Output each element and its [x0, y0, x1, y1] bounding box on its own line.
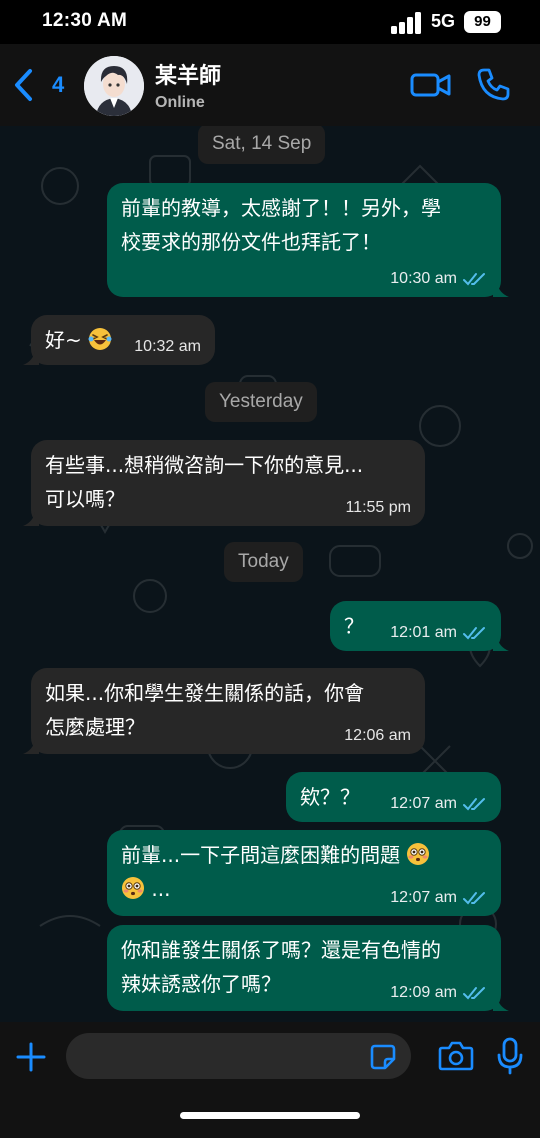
message-bubble-incoming[interactable]: 有些事...想稍微咨詢一下你的意見... 可以嗎？ 11:55 pm — [23, 440, 425, 526]
message-meta: 12:01 am — [390, 623, 487, 643]
message-bubble-outgoing[interactable]: 前輩的教導，太感謝了！！另外，學 校要求的那份文件也拜託了！ 10:30 am — [107, 183, 509, 297]
status-bar: 12:30 AM 5G 99 — [0, 0, 540, 44]
message-meta: 11:55 pm — [345, 498, 411, 518]
message-text-content: 好~ — [45, 328, 82, 352]
message-input[interactable] — [66, 1033, 411, 1079]
read-receipt-icon — [463, 892, 485, 905]
back-button[interactable]: 4 — [10, 64, 74, 106]
home-indicator — [180, 1112, 360, 1119]
contact-status: Online — [155, 94, 205, 111]
message-bubble-outgoing[interactable]: 前輩...一下子問這麼困難的問題 ... 12:07 am — [107, 830, 501, 916]
message-meta: 12:07 am — [390, 794, 487, 814]
bubble-tail — [493, 997, 509, 1011]
read-receipt-icon — [463, 627, 485, 640]
message-bubble-incoming[interactable]: 如果...你和學生發生關係的話，你會 怎麼處理？ 12:06 am — [23, 668, 425, 754]
message-meta: 12:09 am — [390, 983, 487, 1003]
message-meta: 12:07 am — [390, 888, 487, 908]
message-time: 10:32 am — [134, 338, 201, 355]
chevron-left-icon — [15, 69, 32, 101]
chat-header: 4 某羊師 Online — [0, 44, 540, 126]
message-time: 10:30 am — [390, 270, 457, 287]
date-separator: Today — [224, 542, 303, 582]
chat-area[interactable]: Sat, 14 Sep Yesterday Today 前輩的教導，太感謝了！！… — [0, 126, 540, 1022]
bubble-tail — [493, 283, 509, 297]
bubble-tail — [23, 740, 39, 754]
message-composer — [0, 1022, 540, 1138]
grinning-squinting-face-with-tears-icon — [88, 328, 112, 350]
signal-icon — [391, 12, 423, 34]
network-type: 5G — [431, 11, 456, 31]
flushed-face-icon — [407, 843, 430, 865]
message-time: 12:01 am — [390, 624, 457, 641]
sticker-icon[interactable] — [370, 1044, 396, 1070]
message-text-content: ... — [151, 877, 171, 901]
message-bubble-outgoing[interactable]: 欸？？ 12:07 am — [286, 772, 501, 822]
flushed-face-icon — [122, 877, 144, 899]
avatar[interactable] — [84, 56, 144, 116]
bubble-tail — [493, 637, 509, 651]
message-text: 校要求的那份文件也拜託了！ — [121, 230, 381, 254]
bubble-tail — [23, 351, 39, 365]
message-meta: 12:06 am — [344, 726, 411, 746]
message-time: 12:07 am — [390, 889, 457, 906]
read-receipt-icon — [463, 987, 485, 1000]
video-camera-icon[interactable] — [410, 68, 452, 102]
read-receipt-icon — [463, 798, 485, 811]
microphone-icon[interactable] — [496, 1037, 524, 1075]
battery-icon: 99 — [464, 11, 501, 33]
plus-icon[interactable] — [14, 1040, 48, 1074]
status-time: 12:30 AM — [42, 10, 128, 31]
message-time: 12:09 am — [390, 984, 457, 1001]
message-text: 有些事...想稍微咨詢一下你的意見... — [45, 453, 364, 477]
message-meta: 10:32 am — [134, 337, 201, 357]
message-bubble-outgoing[interactable]: ？ 12:01 am — [330, 601, 509, 651]
contact-name[interactable]: 某羊師 — [155, 58, 221, 90]
phone-icon[interactable] — [476, 66, 512, 102]
message-time: 11:55 pm — [345, 499, 411, 516]
camera-icon[interactable] — [438, 1039, 474, 1073]
bubble-tail — [23, 512, 39, 526]
unread-count: 4 — [52, 72, 65, 97]
message-text: 你和誰發生關係了嗎？還是有色情的 — [121, 938, 441, 962]
read-receipt-icon — [463, 273, 485, 286]
message-text: 如果...你和學生發生關係的話，你會 — [45, 681, 365, 705]
message-text: 前輩的教導，太感謝了！！另外，學 — [121, 196, 441, 220]
message-bubble-incoming[interactable]: 好~ 10:32 am — [23, 315, 215, 365]
message-meta: 10:30 am — [390, 269, 487, 289]
message-text-content: 前輩...一下子問這麼困難的問題 — [121, 843, 401, 867]
message-time: 12:07 am — [390, 795, 457, 812]
date-separator: Sat, 14 Sep — [198, 126, 326, 164]
date-separator: Yesterday — [205, 382, 317, 422]
message-text: 前輩...一下子問這麼困難的問題 — [121, 838, 487, 872]
message-bubble-outgoing[interactable]: 你和誰發生關係了嗎？還是有色情的 辣妹誘惑你了嗎？ 12:09 am — [107, 925, 509, 1011]
message-time: 12:06 am — [344, 727, 411, 744]
